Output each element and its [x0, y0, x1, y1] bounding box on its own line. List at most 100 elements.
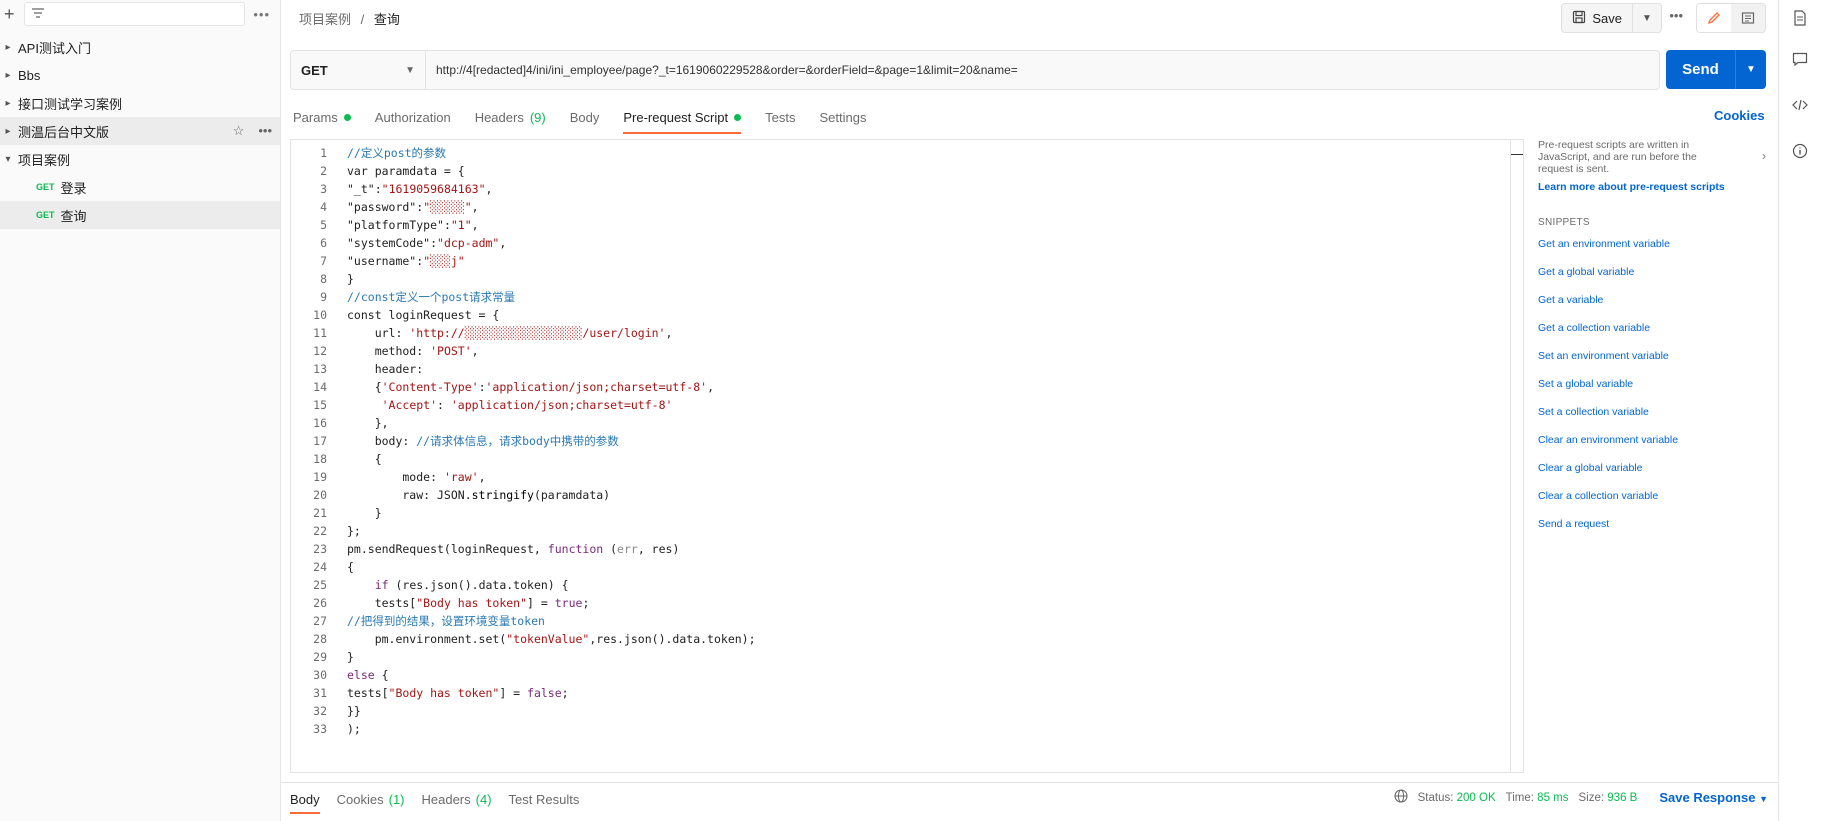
response-tab-headers[interactable]: Headers (4): [422, 789, 492, 809]
save-dropdown-chevron-icon[interactable]: ▼: [1633, 4, 1661, 32]
save-label: Save: [1592, 10, 1622, 26]
code-line[interactable]: 1 //定义post的参数: [291, 144, 1523, 162]
new-plus-icon[interactable]: +: [4, 4, 16, 25]
code-line[interactable]: 14 {'Content-Type':'application/json;cha…: [291, 378, 1523, 396]
code-line[interactable]: 15 'Accept': 'application/json;charset=u…: [291, 396, 1523, 414]
code-line[interactable]: 18 {: [291, 450, 1523, 468]
snippet-link[interactable]: Get a variable: [1538, 286, 1774, 314]
learn-more-link[interactable]: Learn more about pre-request scripts: [1538, 181, 1774, 193]
code-line[interactable]: 11 url: 'http://░░░░░░░░░░░░░░░░░/user/l…: [291, 324, 1523, 342]
code-token: 'POST': [430, 344, 472, 358]
tab-params[interactable]: Params: [293, 104, 351, 130]
collection-api-test-cases[interactable]: ▸ 接口测试学习案例: [0, 89, 280, 117]
code-line[interactable]: 5 "platformType":"1",: [291, 216, 1523, 234]
code-line[interactable]: 29}: [291, 648, 1523, 666]
collapse-chevron-right-icon[interactable]: ›: [1762, 149, 1766, 163]
chevron-right-icon[interactable]: ▸: [0, 98, 16, 109]
code-line[interactable]: 17 body: //请求体信息，请求body中携带的参数: [291, 432, 1523, 450]
globe-icon[interactable]: [1394, 789, 1408, 806]
collection-api-intro[interactable]: ▸ API测试入门: [0, 33, 280, 61]
script-editor[interactable]: 1//定义post的参数 2 var paramdata = {3 "_t":"161…: [290, 139, 1524, 773]
code-line[interactable]: 10 const loginRequest = {: [291, 306, 1523, 324]
tab-tests[interactable]: Tests: [765, 104, 795, 130]
snippet-link[interactable]: Clear a collection variable: [1538, 482, 1774, 510]
snippet-link[interactable]: Get an environment variable: [1538, 230, 1774, 258]
code-line[interactable]: 27 //把得到的结果，设置环境变量token: [291, 612, 1523, 630]
snippet-link[interactable]: Send a request: [1538, 510, 1774, 538]
request-more-icon[interactable]: •••: [1669, 8, 1683, 23]
line-number: 33: [313, 722, 327, 736]
code-line[interactable]: 3 "_t":"1619059684163",: [291, 180, 1523, 198]
code-line[interactable]: 31 tests["Body has token"] = false;: [291, 684, 1523, 702]
code-line[interactable]: 13 header:: [291, 360, 1523, 378]
document-icon[interactable]: [1779, 0, 1821, 36]
snippet-link[interactable]: Set a collection variable: [1538, 398, 1774, 426]
response-bar: Body Cookies (1) Headers (4) Test Result…: [281, 782, 1778, 814]
collection-temp-backend[interactable]: ▸ 测温后台中文版 ☆ •••: [0, 117, 280, 145]
request-item-query[interactable]: GET 查询: [0, 201, 280, 229]
code-icon[interactable]: [1779, 82, 1821, 128]
save-button[interactable]: Save: [1562, 4, 1633, 32]
documentation-icon[interactable]: [1731, 4, 1765, 32]
info-icon[interactable]: [1779, 128, 1821, 174]
tab-authorization[interactable]: Authorization: [375, 104, 451, 130]
snippet-link[interactable]: Clear a global variable: [1538, 454, 1774, 482]
code-line[interactable]: 33);: [291, 720, 1523, 738]
tab-settings[interactable]: Settings: [819, 104, 866, 130]
tab-body[interactable]: Body: [570, 104, 600, 130]
code-line[interactable]: 21 }: [291, 504, 1523, 522]
breadcrumb-parent[interactable]: 项目案例: [299, 12, 351, 27]
code-line[interactable]: 4 "password":"░░░░░",: [291, 198, 1523, 216]
code-line[interactable]: 30 else {: [291, 666, 1523, 684]
more-icon[interactable]: •••: [258, 123, 272, 139]
sidebar-filter-input[interactable]: [24, 2, 246, 26]
editor-scrollbar[interactable]: [1510, 140, 1523, 772]
snippet-link[interactable]: Set an environment variable: [1538, 342, 1774, 370]
url-input[interactable]: [426, 51, 1659, 89]
code-line[interactable]: 9 //const定义一个post请求常量: [291, 288, 1523, 306]
code-line[interactable]: 28 pm.environment.set("tokenValue",res.j…: [291, 630, 1523, 648]
tab-headers[interactable]: Headers (9): [475, 104, 546, 130]
save-response-button[interactable]: Save Response ▼: [1659, 790, 1768, 805]
code-line[interactable]: 25 if (res.json().data.token) {: [291, 576, 1523, 594]
chevron-right-icon[interactable]: ▸: [0, 126, 16, 137]
code-line[interactable]: 6 "systemCode":"dcp-adm",: [291, 234, 1523, 252]
code-line[interactable]: 22};: [291, 522, 1523, 540]
star-icon[interactable]: ☆: [233, 123, 245, 139]
breadcrumb-current[interactable]: 查询: [374, 12, 400, 27]
comments-icon[interactable]: [1779, 36, 1821, 82]
code-line[interactable]: 32}}: [291, 702, 1523, 720]
response-tab-body[interactable]: Body: [290, 789, 320, 814]
code-line[interactable]: 20 raw: JSON.stringify(paramdata): [291, 486, 1523, 504]
code-line[interactable]: 24 {: [291, 558, 1523, 576]
edit-pencil-icon[interactable]: [1697, 4, 1731, 32]
response-tab-cookies[interactable]: Cookies (1): [337, 789, 405, 809]
code-line[interactable]: 23 pm.sendRequest(loginRequest, function …: [291, 540, 1523, 558]
code-line[interactable]: 2 var paramdata = {: [291, 162, 1523, 180]
chevron-down-icon[interactable]: ▾: [0, 154, 16, 165]
chevron-right-icon[interactable]: ▸: [0, 70, 16, 81]
tab-prerequest-script[interactable]: Pre-request Script: [623, 104, 742, 134]
snippet-link[interactable]: Clear an environment variable: [1538, 426, 1774, 454]
collection-project-cases[interactable]: ▾ 项目案例: [0, 145, 280, 173]
code-line[interactable]: 16 },: [291, 414, 1523, 432]
cookies-link[interactable]: Cookies: [1714, 108, 1765, 123]
request-item-login[interactable]: GET 登录: [0, 173, 280, 201]
snippet-link[interactable]: Get a global variable: [1538, 258, 1774, 286]
response-tab-test-results[interactable]: Test Results: [509, 789, 580, 809]
code-token: :: [437, 398, 451, 412]
code-line[interactable]: 7 "username":"░░░j": [291, 252, 1523, 270]
code-line[interactable]: 19 mode: 'raw',: [291, 468, 1523, 486]
code-token: true: [554, 596, 583, 610]
code-line[interactable]: 8}: [291, 270, 1523, 288]
collection-bbs[interactable]: ▸ Bbs: [0, 61, 280, 89]
snippet-link[interactable]: Get a collection variable: [1538, 314, 1774, 342]
send-dropdown-chevron-icon[interactable]: ▼: [1736, 50, 1766, 89]
code-line[interactable]: 26 tests["Body has token"] = true;: [291, 594, 1523, 612]
snippet-link[interactable]: Set a global variable: [1538, 370, 1774, 398]
sidebar-more-icon[interactable]: •••: [253, 7, 276, 22]
send-button[interactable]: Send: [1666, 50, 1736, 89]
chevron-right-icon[interactable]: ▸: [0, 42, 16, 53]
code-line[interactable]: 12 method: 'POST',: [291, 342, 1523, 360]
method-select[interactable]: GET ▼: [291, 51, 426, 89]
